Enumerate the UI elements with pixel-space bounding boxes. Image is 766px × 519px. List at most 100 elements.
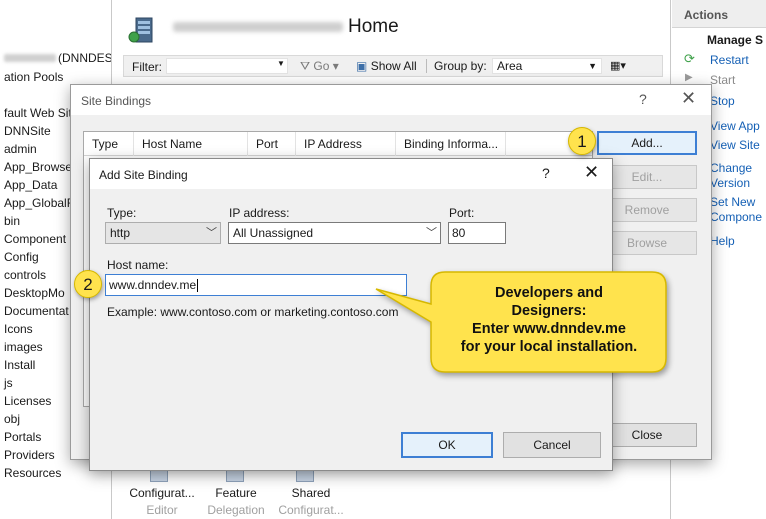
tree-item[interactable]: Install <box>4 358 35 372</box>
action-stop[interactable]: Stop <box>710 94 735 108</box>
cancel-button[interactable]: Cancel <box>503 432 601 458</box>
site-name-redacted <box>173 22 343 32</box>
port-value: 80 <box>452 226 466 240</box>
action-set-new-component-line2[interactable]: Compone <box>710 210 762 224</box>
host-name-label: Host name: <box>107 258 169 272</box>
text-caret <box>197 279 199 293</box>
action-help[interactable]: Help <box>710 234 735 248</box>
add-button[interactable]: Add... <box>597 131 697 155</box>
chevron-down-icon: ﹀ <box>206 227 217 239</box>
show-all-button[interactable]: ▣ Show All <box>356 59 417 73</box>
ip-address-select[interactable]: All Unassigned ﹀ <box>228 222 441 244</box>
type-label: Type: <box>107 206 137 220</box>
step-1-badge: 1 <box>568 127 596 155</box>
dialog-title: Site Bindings <box>81 94 152 108</box>
server-name-suffix: (DNNDES <box>58 51 112 65</box>
group-by-label: Group by: <box>434 59 487 73</box>
tree-item[interactable]: ation Pools <box>4 70 63 84</box>
chevron-down-icon: ﹀ <box>426 227 437 239</box>
tree-item[interactable]: images <box>4 340 43 354</box>
tree-item[interactable]: App_Browse <box>4 160 72 174</box>
host-name-value: www.dnndev.me <box>109 278 197 292</box>
dialog-title: Add Site Binding <box>99 168 188 182</box>
feature-sublabel: Configurat... <box>278 503 344 517</box>
action-restart[interactable]: Restart <box>710 53 749 67</box>
feature-shared-configuration[interactable]: Shared Configurat... <box>275 486 347 517</box>
tree-item[interactable]: fault Web Site <box>4 106 78 120</box>
show-all-label: Show All <box>370 59 417 73</box>
tree-item[interactable]: Component <box>4 232 66 246</box>
feature-label: Shared <box>291 486 331 500</box>
tree-item[interactable]: controls <box>4 268 46 282</box>
type-select[interactable]: http ﹀ <box>105 222 221 244</box>
manage-site-heading: Manage S <box>707 33 764 47</box>
feature-sublabel: Delegation <box>207 503 265 517</box>
close-icon[interactable]: ✕ <box>681 88 696 109</box>
tree-item[interactable]: Icons <box>4 322 33 336</box>
tree-item[interactable]: admin <box>4 142 37 156</box>
go-label: Go <box>313 59 330 73</box>
ip-address-value: All Unassigned <box>233 226 314 240</box>
step-2-badge: 2 <box>74 270 102 298</box>
action-start[interactable]: Start <box>710 73 735 87</box>
tree-item[interactable]: DNNSite <box>4 124 51 138</box>
restart-icon: ⟳ <box>684 51 695 66</box>
add-binding-titlebar: Add Site Binding ? ✕ <box>90 159 612 189</box>
action-set-new-component[interactable]: Set New <box>710 195 755 209</box>
column-header-binding-info[interactable]: Binding Informa... <box>396 132 506 156</box>
show-all-icon: ▣ <box>356 59 368 73</box>
bindings-table-header: Type Host Name Port IP Address Binding I… <box>84 132 592 156</box>
actions-header: Actions <box>672 0 766 28</box>
help-icon[interactable]: ? <box>542 165 550 181</box>
chevron-down-icon[interactable]: ▼ <box>277 59 285 68</box>
action-change-version[interactable]: Change <box>710 161 752 175</box>
help-icon[interactable]: ? <box>639 91 647 107</box>
start-icon: ▶ <box>685 72 693 83</box>
action-change-version-line2[interactable]: Version <box>710 176 750 190</box>
server-name-redacted <box>4 54 56 62</box>
filter-input[interactable] <box>166 58 288 74</box>
host-name-example: Example: www.contoso.com or marketing.co… <box>107 305 399 319</box>
group-by-select[interactable]: Area ▼ <box>492 58 602 74</box>
actions-title: Actions <box>684 8 729 22</box>
tree-item[interactable]: DesktopMo <box>4 286 65 300</box>
group-by-value: Area <box>497 59 523 73</box>
feature-sublabel: Editor <box>146 503 178 517</box>
site-bindings-titlebar: Site Bindings ? ✕ <box>71 85 711 115</box>
ip-address-label: IP address: <box>229 206 290 220</box>
column-header-port[interactable]: Port <box>248 132 296 156</box>
tree-item[interactable]: Providers <box>4 448 55 462</box>
ok-button[interactable]: OK <box>401 432 493 458</box>
view-mode-icon[interactable]: ▦▾ <box>610 59 626 72</box>
action-view-applications[interactable]: View App <box>710 119 760 133</box>
column-header-host-name[interactable]: Host Name <box>134 132 248 156</box>
feature-configuration-editor[interactable]: Configurat... Editor <box>127 486 197 517</box>
action-view-sites[interactable]: View Site <box>710 138 760 152</box>
tree-server-node[interactable]: (DNNDES <box>0 51 112 65</box>
column-header-ip-address[interactable]: IP Address <box>296 132 396 156</box>
tree-item[interactable]: Licenses <box>4 394 51 408</box>
tree-item[interactable]: obj <box>4 412 20 426</box>
close-icon[interactable]: ✕ <box>584 162 599 183</box>
go-button[interactable]: ⛛ Go ▾ <box>300 59 339 74</box>
tree-item[interactable]: App_Data <box>4 178 57 192</box>
host-name-input[interactable]: www.dnndev.me <box>105 274 407 296</box>
filter-label: Filter: <box>132 60 162 74</box>
chevron-down-icon: ▼ <box>588 61 597 71</box>
toolbar-divider <box>426 59 427 73</box>
feature-delegation[interactable]: Feature Delegation <box>203 486 269 517</box>
funnel-icon: ⛛ <box>300 59 314 73</box>
filter-toolbar: Filter: ▼ ⛛ Go ▾ ▣ Show All Group by: Ar… <box>123 55 663 77</box>
port-input[interactable]: 80 <box>448 222 506 244</box>
tree-item[interactable]: js <box>4 376 13 390</box>
tree-item[interactable]: bin <box>4 214 20 228</box>
tree-item[interactable]: Config <box>4 250 39 264</box>
column-header-type[interactable]: Type <box>84 132 134 156</box>
type-value: http <box>110 226 131 240</box>
feature-label: Feature <box>215 486 257 500</box>
tree-item[interactable]: Documentat <box>4 304 69 318</box>
tree-item[interactable]: Resources <box>4 466 61 480</box>
tree-item[interactable]: App_GlobalF <box>4 196 74 210</box>
callout-text: Developers and Designers: Enter www.dnnd… <box>460 285 638 355</box>
tree-item[interactable]: Portals <box>4 430 41 444</box>
